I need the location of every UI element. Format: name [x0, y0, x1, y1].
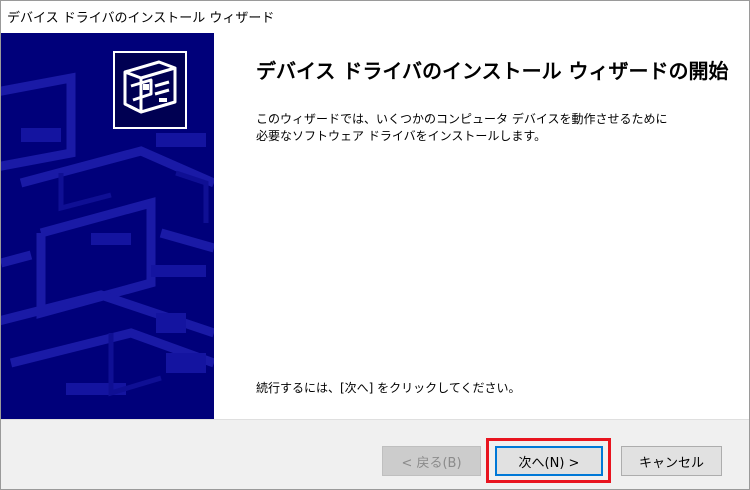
title-bar[interactable]: デバイス ドライバのインストール ウィザード [1, 1, 749, 33]
wizard-side-panel [1, 33, 214, 419]
hardware-device-icon [123, 60, 177, 114]
window-title: デバイス ドライバのインストール ウィザード [7, 11, 275, 26]
intro-text: このウィザードでは、いくつかのコンピュータ デバイスを動作させるために 必要なソ… [256, 111, 667, 145]
button-bar: < 戻る(B) 次へ(N) > キャンセル [1, 419, 749, 489]
wizard-window: デバイス ドライバのインストール ウィザード デバイス ドライバのインストール … [0, 0, 750, 490]
wizard-content: デバイス ドライバのインストール ウィザードの開始 このウィザードでは、いくつか… [214, 33, 749, 419]
intro-line-1: このウィザードでは、いくつかのコンピュータ デバイスを動作させるために [256, 112, 668, 126]
intro-line-2: 必要なソフトウェア ドライバをインストールします。 [256, 129, 547, 143]
continue-instruction: 続行するには、[次へ] をクリックしてください。 [256, 381, 521, 395]
cancel-button[interactable]: キャンセル [621, 446, 722, 476]
page-title: デバイス ドライバのインストール ウィザードの開始 [256, 59, 729, 83]
next-button[interactable]: 次へ(N) > [495, 446, 603, 476]
wizard-logo [113, 51, 187, 129]
back-button[interactable]: < 戻る(B) [382, 446, 481, 476]
